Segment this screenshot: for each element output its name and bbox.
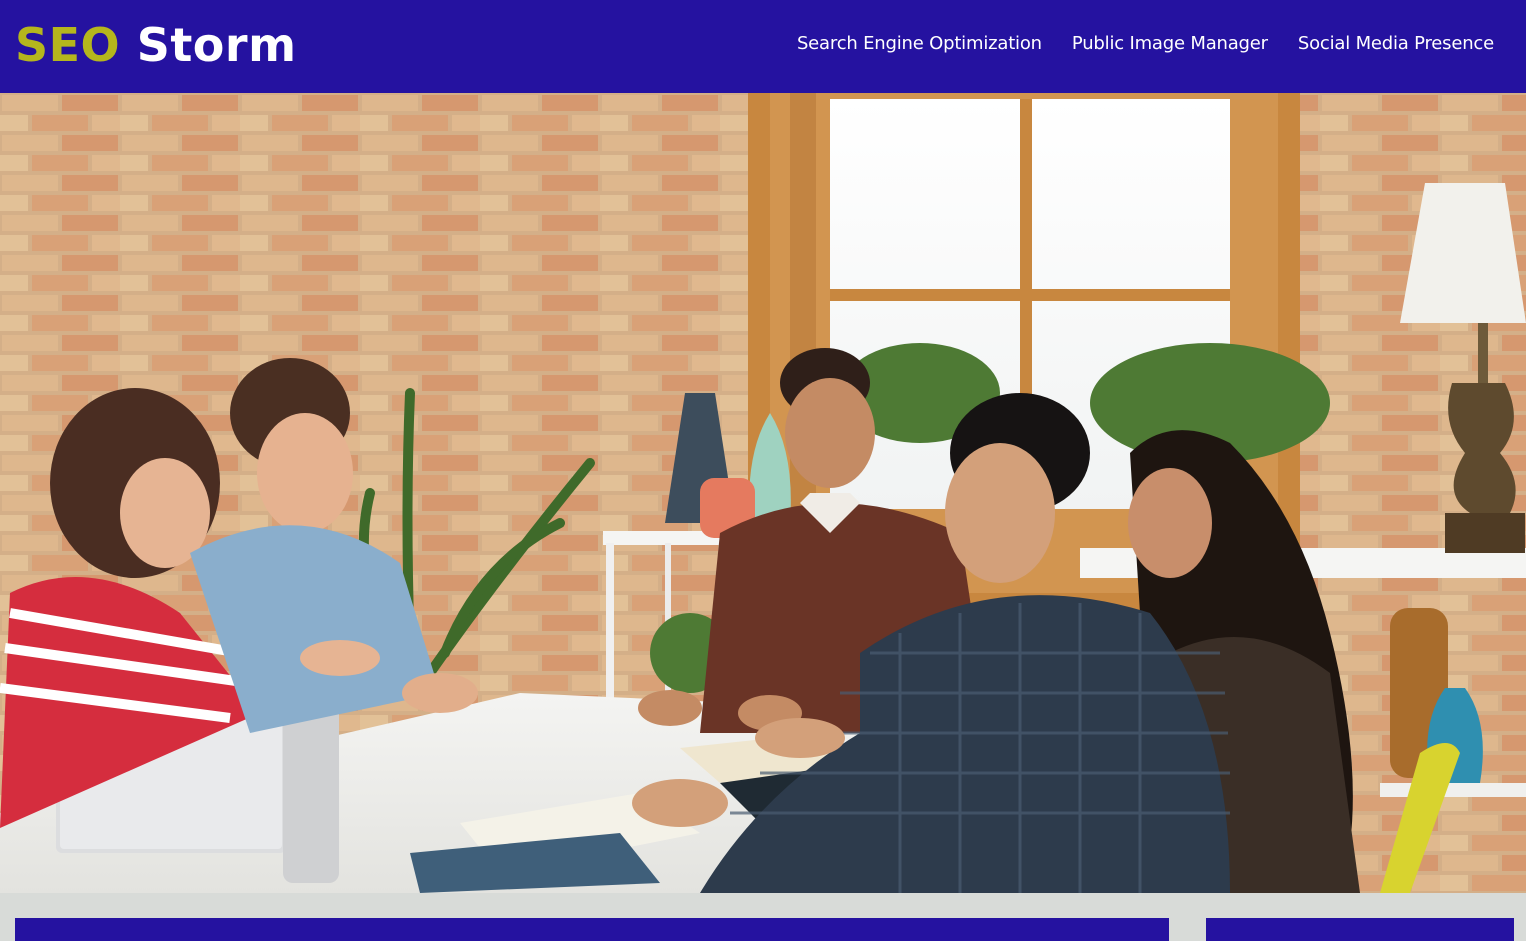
site-logo[interactable]: SEO Storm [15, 18, 297, 72]
main-nav: Search Engine Optimization Public Image … [797, 32, 1494, 56]
hero-image [0, 93, 1526, 893]
nav-link-search-engine-optimization[interactable]: Search Engine Optimization [797, 32, 1042, 56]
content-panel-main [15, 918, 1169, 941]
nav-link-social-media-presence[interactable]: Social Media Presence [1298, 32, 1494, 56]
nav-link-public-image-manager[interactable]: Public Image Manager [1072, 32, 1268, 56]
logo-storm-text: Storm [136, 18, 297, 72]
content-panel-sidebar [1206, 918, 1514, 941]
hero-photo-illustration [0, 93, 1526, 893]
site-header: SEO Storm Search Engine Optimization Pub… [0, 0, 1526, 93]
logo-seo-text: SEO [15, 18, 121, 72]
